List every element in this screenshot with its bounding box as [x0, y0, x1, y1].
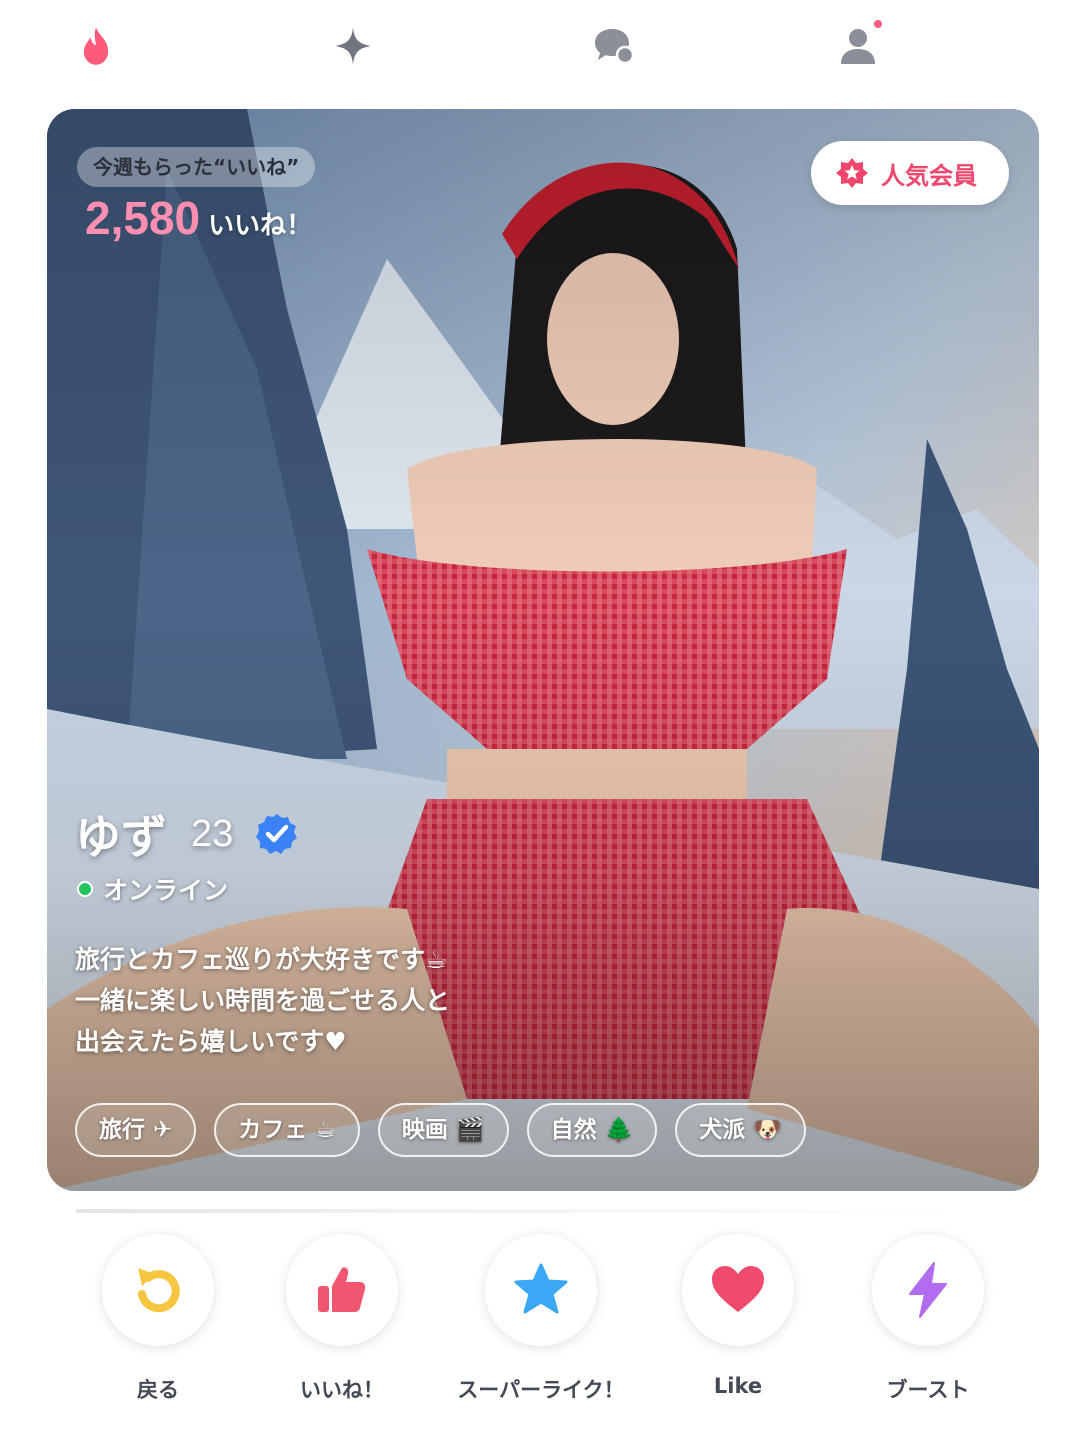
rewind-button[interactable]: 戻る	[96, 1234, 220, 1402]
undo-icon	[138, 1268, 180, 1313]
like-thumb-label: いいね！	[300, 1378, 384, 1402]
like-thumb-circle[interactable]	[286, 1234, 398, 1346]
online-status-text: オンライン	[103, 876, 229, 905]
super-like-button[interactable]: スーパーライク！	[457, 1234, 625, 1402]
star-badge-icon	[836, 158, 868, 188]
super-like-circle[interactable]	[485, 1234, 597, 1346]
online-status: オンライン	[77, 871, 228, 907]
rewind-circle[interactable]	[102, 1234, 214, 1346]
boost-button[interactable]: ブースト	[866, 1234, 990, 1402]
tag-dog-person[interactable]: 犬派 🐶	[675, 1103, 806, 1157]
nav-messages[interactable]	[586, 18, 642, 74]
interest-tags: 旅行 ✈ カフェ ☕ 映画 🎬 自然 🌲 犬派 🐶	[75, 1103, 824, 1157]
likes-count-suffix: いいね！	[208, 211, 313, 241]
heart-like-button[interactable]: Like	[676, 1234, 800, 1398]
tag-travel[interactable]: 旅行 ✈	[75, 1103, 197, 1157]
popular-member-badge: 人気会員	[811, 141, 1009, 205]
thumbs-up-icon	[318, 1267, 366, 1312]
top-nav	[0, 0, 1086, 100]
rewind-label: 戻る	[137, 1378, 179, 1402]
heart-like-label: Like	[713, 1374, 763, 1398]
boost-label: ブースト	[886, 1378, 970, 1402]
super-like-label: スーパーライク！	[457, 1378, 625, 1402]
profile-icon	[841, 29, 875, 64]
profile-age: 23	[191, 812, 234, 855]
like-thumb-button[interactable]: いいね！	[280, 1234, 404, 1402]
boost-circle[interactable]	[872, 1234, 984, 1346]
heart-like-circle[interactable]	[682, 1234, 794, 1346]
tag-movies[interactable]: 映画 🎬	[377, 1103, 509, 1157]
verified-icon	[256, 814, 298, 854]
nav-explore[interactable]	[325, 18, 381, 74]
tag-nature[interactable]: 自然 🌲	[526, 1103, 658, 1157]
sparkle-icon	[335, 27, 371, 65]
nav-flame[interactable]	[68, 18, 124, 74]
profile-bio: 旅行とカフェ巡りが大好きです☕ 一緒に楽しい時間を過ごせる人と 出会えたら嬉しい…	[75, 939, 635, 1062]
notification-dot	[872, 18, 884, 30]
popular-member-label: 人気会員	[881, 161, 977, 190]
profile-name: ゆず	[75, 810, 167, 864]
weekly-likes-count: 2,580 いいね！	[85, 191, 312, 245]
nav-profile[interactable]	[830, 18, 886, 74]
lightning-icon	[909, 1262, 947, 1318]
profile-header: ゆず 23	[75, 801, 299, 867]
heart-icon	[712, 1266, 764, 1312]
profile-card[interactable]: 今週もらった“いいね” 2,580 いいね！ 人気会員 ゆず 23 オンライン …	[47, 109, 1039, 1191]
bio-line: 旅行とカフェ巡りが大好きです☕	[75, 945, 448, 974]
likes-count-value: 2,580	[85, 192, 201, 244]
star-icon	[514, 1263, 568, 1314]
online-indicator	[77, 881, 93, 897]
bio-line: 一緒に楽しい時間を過ごせる人と	[75, 986, 451, 1015]
divider	[76, 1209, 1016, 1213]
flame-icon	[83, 27, 109, 65]
chat-icon	[595, 29, 635, 65]
tag-cafe[interactable]: カフェ ☕	[214, 1103, 360, 1157]
weekly-likes-label: 今週もらった“いいね”	[77, 147, 316, 187]
bio-line: 出会えたら嬉しいです♥	[75, 1027, 347, 1056]
